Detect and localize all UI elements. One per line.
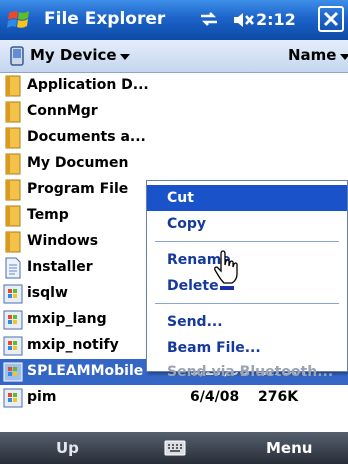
menu-item-label: Beam File...: [167, 340, 261, 356]
folder-icon: [5, 127, 21, 149]
clock[interactable]: 2:12: [256, 10, 296, 29]
menu-item-beam-file[interactable]: Beam File...: [147, 335, 347, 361]
hand-cursor-icon: [214, 250, 238, 290]
file-name: mxip_notify: [27, 337, 119, 353]
list-item[interactable]: My Documen: [0, 151, 348, 177]
window-title: File Explorer: [44, 9, 166, 29]
menu-item-label: Delete: [167, 278, 219, 294]
file-name: Windows: [27, 233, 99, 249]
menu-item-label: Send...: [167, 314, 223, 330]
program-icon: [3, 388, 23, 408]
menu-separator: [155, 241, 339, 242]
menu-item-send[interactable]: Send...: [147, 309, 347, 335]
file-size: 276K: [258, 389, 299, 405]
program-icon: [3, 310, 23, 330]
folder-icon: [5, 205, 21, 227]
screen: File Explorer 2:12 My Device Name Applic…: [0, 0, 348, 464]
folder-icon: [5, 75, 21, 97]
device-icon: [10, 46, 24, 66]
program-icon: [3, 336, 23, 356]
sort-dropdown[interactable]: Name: [288, 46, 336, 64]
file-date: 6/4/08: [190, 389, 240, 405]
folder-icon: [5, 101, 21, 123]
chevron-down-icon[interactable]: [120, 54, 130, 60]
context-menu: Cut Copy Rename Delete Send... Beam File…: [146, 180, 348, 380]
menu-item-label: Send via Bluetooth...: [167, 364, 334, 380]
document-icon: [5, 257, 21, 279]
chevron-down-icon[interactable]: [340, 54, 348, 60]
file-name: isqlw: [27, 285, 68, 301]
location-dropdown[interactable]: My Device: [30, 46, 117, 64]
file-name: pim: [27, 389, 57, 405]
close-icon: [323, 11, 339, 27]
softkey-bar: Up Menu: [0, 432, 348, 464]
menu-separator: [155, 303, 339, 304]
file-name: Installer: [27, 259, 93, 275]
list-item[interactable]: pim 6/4/08 276K: [0, 385, 348, 411]
softkey-up[interactable]: Up: [56, 439, 79, 457]
softkey-menu[interactable]: Menu: [266, 439, 312, 457]
file-name: Program File: [27, 181, 129, 197]
menu-item-cut[interactable]: Cut: [147, 185, 347, 211]
title-bar: File Explorer 2:12: [0, 0, 348, 40]
program-icon: [3, 284, 23, 304]
list-item[interactable]: Documents a...: [0, 125, 348, 151]
menu-item-label: Copy: [167, 216, 207, 232]
connectivity-icon[interactable]: [198, 8, 220, 30]
location-toolbar: My Device Name: [0, 40, 348, 73]
menu-item-send-via-bluetooth: Send via Bluetooth...: [147, 359, 347, 385]
program-icon: [3, 362, 23, 382]
keyboard-icon[interactable]: [164, 440, 186, 456]
close-button[interactable]: [318, 6, 344, 32]
file-name: ConnMgr: [27, 103, 98, 119]
menu-item-label: Cut: [167, 190, 194, 206]
file-name: Application D...: [27, 77, 149, 93]
file-name: My Documen: [27, 155, 129, 171]
file-name: mxip_lang: [27, 311, 107, 327]
file-name: Documents a...: [27, 129, 146, 145]
menu-item-copy[interactable]: Copy: [147, 211, 347, 237]
folder-icon: [5, 153, 21, 175]
folder-icon: [5, 179, 21, 201]
folder-icon: [5, 231, 21, 253]
volume-icon[interactable]: [232, 10, 256, 30]
windows-start-icon[interactable]: [6, 7, 32, 33]
menu-item-delete[interactable]: Delete: [147, 273, 347, 299]
menu-item-rename[interactable]: Rename: [147, 247, 347, 273]
file-name: Temp: [27, 207, 69, 223]
list-item[interactable]: ConnMgr: [0, 99, 348, 125]
file-name: SPLEAMMobile: [27, 363, 144, 379]
list-item[interactable]: Application D...: [0, 73, 348, 99]
